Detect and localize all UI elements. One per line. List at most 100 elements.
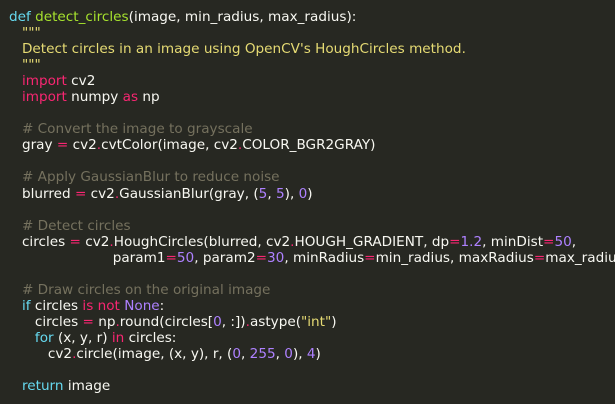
operator-token: import: [9, 73, 67, 90]
code-token: , param2: [194, 249, 256, 266]
keyword-token: for: [9, 329, 54, 346]
code-token: circles: [30, 297, 83, 314]
number-token: 30: [267, 249, 285, 266]
number-token: 0: [284, 345, 293, 362]
code-token: , minDist: [482, 233, 544, 250]
code-token: cvtColor(image, cv2: [101, 137, 238, 154]
operator-token: =: [82, 313, 94, 330]
operator-token: =: [74, 185, 87, 202]
number-token: 5: [275, 185, 285, 202]
code-line: circles = np.round(circles[0, :]).astype…: [9, 314, 615, 330]
operator-token: =: [533, 249, 546, 266]
code-line: param1=50, param2=30, minRadius=min_radi…: [9, 250, 615, 266]
code-token: cv2: [9, 345, 73, 362]
string-token: Detect circles in an image using OpenCV'…: [9, 41, 466, 58]
code-token: HoughCircles(blurred, cv2: [113, 233, 291, 250]
code-token: blurred: [9, 185, 75, 202]
code-token: circles:: [124, 329, 177, 346]
number-token: 4: [306, 345, 316, 362]
code-token: image: [63, 378, 111, 395]
code-token: , :]): [221, 313, 246, 330]
operator-token: import: [9, 89, 67, 106]
keyword-token: return: [9, 378, 64, 395]
code-token: numpy: [66, 89, 123, 106]
code-line: # Convert the image to grayscale: [9, 121, 615, 137]
operator-token: is not: [82, 297, 120, 314]
code-token: ,: [275, 345, 285, 362]
code-line: def detect_circles(image, min_radius, ma…: [9, 9, 615, 25]
code-token: ): [315, 345, 321, 362]
operator-token: =: [69, 233, 81, 250]
code-line: blurred = cv2.GaussianBlur(gray, (5, 5),…: [9, 186, 615, 202]
code-token: gray: [9, 137, 57, 154]
code-token: cv2: [66, 73, 96, 90]
operator-token: =: [165, 249, 177, 266]
code-token: COLOR_BGR2GRAY): [242, 137, 376, 154]
operator-token: =: [449, 233, 461, 250]
code-line: for (x, y, r) in circles:: [9, 330, 615, 346]
code-token: np: [93, 313, 116, 330]
code-token: circle(image, (x, y), r, (: [76, 345, 233, 362]
code-line: gray = cv2.cvtColor(image, cv2.COLOR_BGR…: [9, 137, 615, 153]
code-line: """: [9, 57, 615, 73]
code-line: return image: [9, 378, 615, 394]
operator-token: in: [111, 329, 125, 346]
operator-token: =: [543, 233, 555, 250]
code-token: :: [159, 297, 165, 314]
code-line: circles = cv2.HoughCircles(blurred, cv2.…: [9, 234, 615, 250]
code-token: ,: [241, 345, 250, 362]
code-token: cv2: [68, 137, 97, 154]
number-token: 0: [232, 345, 242, 362]
string-token: "int": [301, 313, 332, 330]
keyword-token: if: [9, 297, 31, 314]
code-token: astype(: [249, 313, 302, 330]
operator-token: as: [122, 89, 139, 106]
keyword-token: def: [9, 9, 36, 25]
comment-token: # Apply GaussianBlur to reduce noise: [9, 169, 280, 186]
code-token: cv2: [86, 185, 115, 202]
function-name-token: detect_circles: [35, 9, 129, 25]
code-token: ): [331, 313, 337, 330]
operator-token: =: [364, 249, 376, 266]
code-editor[interactable]: def detect_circles(image, min_radius, ma…: [0, 0, 615, 404]
code-line: Detect circles in an image using OpenCV'…: [9, 41, 615, 57]
number-token: 0: [213, 313, 222, 330]
code-token: ,: [571, 233, 577, 250]
code-token: np: [138, 89, 160, 106]
code-line: import cv2: [9, 73, 615, 89]
code-token: param1: [9, 249, 166, 266]
code-token: min_radius, maxRadius: [375, 249, 534, 266]
number-token: 50: [176, 249, 195, 266]
code-token: ),: [292, 345, 307, 362]
code-line: """: [9, 25, 615, 41]
code-token: ),: [284, 185, 299, 202]
code-token: ): [307, 185, 313, 202]
code-line: # Detect circles: [9, 218, 615, 234]
code-line: # Draw circles on the original image: [9, 282, 615, 298]
code-token: (x, y, r): [53, 329, 112, 346]
code-line: if circles is not None:: [9, 298, 615, 314]
string-token: """: [9, 25, 41, 42]
comment-token: # Detect circles: [9, 217, 131, 234]
code-line: cv2.circle(image, (x, y), r, (0, 255, 0)…: [9, 346, 615, 362]
code-token: ,: [267, 185, 276, 202]
comment-token: # Draw circles on the original image: [9, 281, 271, 298]
operator-token: =: [255, 249, 267, 266]
number-token: 255: [249, 345, 276, 362]
code-token: round(circles[: [119, 313, 214, 330]
code-token: circles: [9, 233, 70, 250]
code-token: , minRadius: [284, 249, 365, 266]
comment-token: # Convert the image to grayscale: [9, 121, 253, 138]
number-token: 1.2: [460, 233, 483, 250]
code-line: import numpy as np: [9, 89, 615, 105]
code-token: (image, min_radius, max_radius):: [128, 9, 357, 25]
operator-token: =: [56, 137, 69, 154]
number-token: 50: [554, 233, 572, 250]
code-token: max_radius): [545, 249, 615, 266]
code-line: # Apply GaussianBlur to reduce noise: [9, 169, 615, 185]
